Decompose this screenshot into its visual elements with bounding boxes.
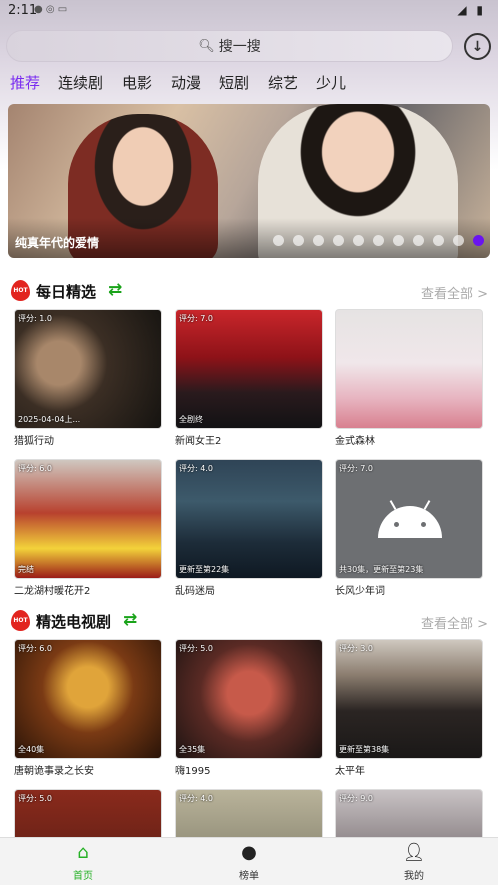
- episode-badge: 全35集: [179, 745, 206, 754]
- category-tabs: 推荐 连续剧 电影 动漫 短剧 综艺 少儿: [0, 72, 498, 94]
- status-bar: 2:11 ● ◎ ▭ ◢ ▮: [0, 0, 498, 24]
- poster-image: 评分: 6.0 全40集: [14, 639, 162, 759]
- nav-mine[interactable]: 👤︎ 我的: [384, 842, 444, 882]
- tab-movie[interactable]: 电影: [122, 72, 152, 93]
- tab-kids[interactable]: 少儿: [316, 72, 346, 93]
- status-left-icons: ● ◎ ▭: [34, 4, 68, 15]
- card-title: 乱码迷局: [175, 586, 215, 597]
- card-title: 猎狐行动: [14, 436, 54, 447]
- poster-image: 评分: 7.0 共30集，更新至第23集: [335, 459, 483, 579]
- episode-badge: 共30集，更新至第23集: [339, 565, 424, 574]
- episode-badge: 更新至第38集: [339, 745, 390, 754]
- carousel-dot[interactable]: [453, 235, 464, 246]
- card-title: 长风少年词: [335, 586, 385, 597]
- banner-caption: 纯真年代的爱情: [15, 236, 100, 250]
- refresh-icon[interactable]: ⇄: [108, 280, 122, 300]
- carousel-dot[interactable]: [333, 235, 344, 246]
- carousel-dot[interactable]: [313, 235, 324, 246]
- carousel-dot[interactable]: [393, 235, 404, 246]
- video-card[interactable]: 评分: 4.0 更新至第22集 乱码迷局: [175, 459, 323, 597]
- poster-image: 评分: 7.0 全剧终: [175, 309, 323, 429]
- rating-badge: 评分: 4.0: [179, 794, 213, 803]
- search-bar[interactable]: 🔍︎ 搜一搜: [6, 30, 453, 62]
- status-time: 2:11: [8, 3, 38, 18]
- video-card[interactable]: 评分: 5.0 全35集 嗨1995: [175, 639, 323, 777]
- poster-image: 评分: 4.0 更新至第22集: [175, 459, 323, 579]
- episode-badge: 全剧终: [179, 415, 203, 424]
- video-card[interactable]: 金式森林: [335, 309, 483, 447]
- hot-icon: HOT: [11, 610, 30, 631]
- banner-carousel[interactable]: 纯真年代的爱情: [8, 104, 490, 258]
- rating-badge: 评分: 7.0: [339, 464, 373, 473]
- video-card[interactable]: 评分: 3.0 更新至第38集 太平年: [335, 639, 483, 777]
- carousel-dot[interactable]: [413, 235, 424, 246]
- nav-label: 首页: [73, 871, 93, 882]
- poster-image: [335, 309, 483, 429]
- card-title: 新闻女王2: [175, 436, 222, 447]
- episode-badge: 全40集: [18, 745, 45, 754]
- video-card[interactable]: 评分: 7.0 全剧终 新闻女王2: [175, 309, 323, 447]
- episode-badge: 更新至第22集: [179, 565, 230, 574]
- hot-icon: HOT: [11, 280, 30, 301]
- android-placeholder-icon: [378, 500, 442, 540]
- video-card[interactable]: 评分: 6.0 完结 二龙湖村暖花开2: [14, 459, 162, 597]
- tab-anime[interactable]: 动漫: [171, 72, 201, 93]
- section-header-daily: HOT 每日精选 ⇄ 查看全部 >: [0, 280, 498, 304]
- search-placeholder: 搜一搜: [218, 39, 261, 55]
- card-title: 金式森林: [335, 436, 375, 447]
- user-icon: 👤︎: [402, 842, 426, 863]
- nav-label: 我的: [404, 871, 424, 882]
- rating-badge: 评分: 5.0: [179, 644, 213, 653]
- video-card[interactable]: 评分: 6.0 全40集 唐朝诡事录之长安: [14, 639, 162, 777]
- download-icon[interactable]: ↓: [464, 33, 491, 60]
- rating-badge: 评分: 3.0: [339, 644, 373, 653]
- poster-image: 评分: 6.0 完结: [14, 459, 162, 579]
- carousel-dot[interactable]: [473, 235, 484, 246]
- bottom-nav: ⌂ 首页 ● 榜单 👤︎ 我的: [0, 837, 498, 885]
- rating-badge: 评分: 5.0: [18, 794, 52, 803]
- flame-icon: ●: [241, 842, 257, 863]
- view-all-link[interactable]: 查看全部 >: [421, 283, 488, 302]
- refresh-icon[interactable]: ⇄: [123, 610, 137, 630]
- section-header-tv: HOT 精选电视剧 ⇄ 查看全部 >: [0, 610, 498, 634]
- card-title: 嗨1995: [175, 766, 211, 777]
- section-title: 精选电视剧: [36, 613, 112, 631]
- carousel-dot[interactable]: [433, 235, 444, 246]
- carousel-dot[interactable]: [273, 235, 284, 246]
- nav-home[interactable]: ⌂ 首页: [53, 842, 113, 882]
- card-title: 唐朝诡事录之长安: [14, 766, 94, 777]
- rating-badge: 评分: 6.0: [18, 644, 52, 653]
- carousel-dot[interactable]: [353, 235, 364, 246]
- card-title: 二龙湖村暖花开2: [14, 586, 91, 597]
- tab-short[interactable]: 短剧: [219, 72, 249, 93]
- carousel-dots: [273, 235, 484, 246]
- status-right-icons: ◢ ▮: [457, 3, 486, 17]
- search-icon: 🔍︎: [198, 38, 215, 54]
- tab-recommend[interactable]: 推荐: [10, 72, 40, 93]
- rating-badge: 评分: 9.0: [339, 794, 373, 803]
- poster-image: 评分: 1.0 2025-04-04上...: [14, 309, 162, 429]
- video-card[interactable]: 评分: 7.0 共30集，更新至第23集 长风少年词: [335, 459, 483, 597]
- view-all-link[interactable]: 查看全部 >: [421, 613, 488, 632]
- rating-badge: 评分: 7.0: [179, 314, 213, 323]
- poster-image: 评分: 5.0 全35集: [175, 639, 323, 759]
- tab-variety[interactable]: 综艺: [268, 72, 298, 93]
- rating-badge: 评分: 1.0: [18, 314, 52, 323]
- home-icon: ⌂: [77, 842, 89, 863]
- poster-image: 评分: 3.0 更新至第38集: [335, 639, 483, 759]
- rating-badge: 评分: 6.0: [18, 464, 52, 473]
- section-title: 每日精选: [36, 283, 97, 301]
- tab-series[interactable]: 连续剧: [58, 72, 103, 93]
- carousel-dot[interactable]: [293, 235, 304, 246]
- episode-badge: 完结: [18, 565, 34, 574]
- carousel-dot[interactable]: [373, 235, 384, 246]
- nav-rank[interactable]: ● 榜单: [219, 842, 279, 882]
- episode-badge: 2025-04-04上...: [18, 415, 81, 424]
- rating-badge: 评分: 4.0: [179, 464, 213, 473]
- card-title: 太平年: [335, 766, 365, 777]
- video-card[interactable]: 评分: 1.0 2025-04-04上... 猎狐行动: [14, 309, 162, 447]
- nav-label: 榜单: [239, 871, 259, 882]
